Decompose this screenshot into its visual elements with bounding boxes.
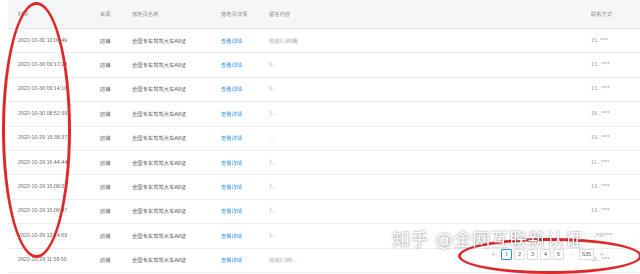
view-detail-link[interactable]: 查看详情: [219, 183, 267, 191]
view-detail-link[interactable]: 查看详情: [219, 232, 267, 240]
time-cell: 2022-10-30 09:14:18: [18, 86, 68, 93]
page-name-cell: 全国专车驾驾大车A8证: [132, 160, 187, 167]
view-detail-link[interactable]: 查看详情: [219, 85, 267, 93]
page-name-cell: 全国专车驾驾大车A8证: [132, 38, 187, 45]
contact-cell: 19...****: [591, 135, 610, 142]
contact-cell: ...706****: [591, 232, 613, 239]
table-row: 2022-10-30 08:52:39 店铺 全国专车驾驾大车A8证 查看详情 1...…: [8, 102, 640, 127]
contact-cell: 11...****: [591, 159, 610, 166]
message-cell: 1...: [269, 86, 277, 93]
time-cell: 2022-10-29 19:38:37: [18, 135, 68, 142]
source-cell: 店铺: [100, 258, 111, 265]
time-cell: 2022-10-29 15:08:33: [18, 184, 68, 191]
source-cell: 店铺: [100, 38, 111, 45]
table-row: 2022-10-29 15:08:07 店铺 全国专车驾驾大车A8证 查看详情 1...…: [8, 200, 640, 225]
message-cell: 1...: [269, 159, 277, 166]
view-detail-link[interactable]: 查看详情: [219, 207, 267, 215]
page-name-cell: 全国专车驾驾大车A8证: [132, 258, 187, 265]
table-row: 2022-10-29 15:08:33 店铺 全国专车驾驾大车A8证 查看详情 1...…: [8, 175, 640, 200]
leads-page: 时间 来源 落地页名称 落地页详情 留言内容 联系方式 2022-10-30 1…: [0, 0, 640, 274]
contact-cell: 15..****: [591, 37, 609, 44]
message-cell: ...: [269, 135, 274, 142]
time-cell: 2022-10-29 12:14:59: [18, 232, 68, 239]
page-name-cell: 全国专车驾驾大车A8证: [132, 63, 187, 70]
contact-cell: 13...****: [591, 62, 610, 69]
contact-cell: 18...****: [591, 110, 610, 117]
header-message: 留言内容: [269, 12, 291, 18]
source-cell: 店铺: [100, 136, 111, 143]
message-cell: 完成5.3时确: [269, 38, 298, 45]
header-contact: 联系方式: [591, 12, 613, 18]
header-source: 来源: [100, 12, 111, 18]
page-name-cell: 全国专车驾驾大车A8证: [132, 111, 187, 118]
time-cell: 2022-10-29 16:44:44: [18, 159, 68, 166]
view-detail-link[interactable]: 查看详情: [219, 256, 267, 264]
source-cell: 店铺: [100, 111, 111, 118]
page-name-cell: 全国专车驾驾大车A8证: [132, 87, 187, 94]
source-cell: 店铺: [100, 209, 111, 216]
page-name-cell: 全国专车驾驾大车A8证: [132, 209, 187, 216]
time-cell: 2022-10-30 09:17:29: [18, 62, 68, 69]
time-cell: 2022-10-29 15:08:07: [18, 208, 68, 215]
table-header-row: 时间 来源 落地页名称 落地页详情 留言内容 联系方式: [8, 0, 640, 29]
table-row: 2022-10-29 16:44:44 店铺 全国专车驾驾大车A8证 查看详情 1...…: [8, 151, 640, 176]
view-detail-link[interactable]: 查看详情: [219, 159, 267, 167]
time-cell: 2022-10-30 08:52:39: [18, 110, 68, 117]
watermark: 知乎 @全网互联新认证: [392, 230, 584, 251]
view-detail-link[interactable]: 查看详情: [219, 37, 267, 45]
view-detail-link[interactable]: 查看详情: [219, 110, 267, 118]
view-detail-link[interactable]: 查看详情: [219, 61, 267, 69]
time-cell: 2022-10-29 11:58:55: [18, 257, 67, 264]
header-page-detail: 落地页详情: [221, 12, 248, 18]
source-cell: 店铺: [100, 185, 111, 192]
view-detail-link[interactable]: 查看详情: [219, 134, 267, 142]
message-cell: 1...: [269, 184, 277, 191]
header-page-name: 落地页名称: [132, 12, 159, 18]
table-row: 2022-10-29 19:38:37 店铺 全国专车驾驾大车A8证 查看详情... 1…: [8, 127, 640, 151]
contact-cell: 13...****: [591, 86, 610, 93]
table-row: 2022-10-30 09:17:29 店铺 全国专车驾驾大车A8证 查看详情 1...…: [8, 53, 640, 78]
source-cell: 店铺: [100, 87, 111, 94]
page-name-cell: 全国专车驾驾大车A8证: [132, 185, 187, 192]
source-cell: 店铺: [100, 160, 111, 167]
table-row: 2022-10-30 09:14:18 店铺 全国专车驾驾大车A8证 查看详情 1...…: [8, 78, 640, 103]
message-cell: 1...: [269, 110, 277, 117]
message-cell: 1...: [269, 208, 277, 215]
next-page-button[interactable]: >: [596, 249, 607, 260]
page-name-cell: 全国专车驾驾大车A8证: [132, 233, 187, 240]
contact-cell: 13...****: [591, 184, 610, 191]
contact-cell: 13...****: [591, 208, 610, 215]
source-cell: 店铺: [100, 63, 111, 70]
message-cell: 1...: [269, 62, 277, 69]
table-row: 2022-10-30 10:09:46 店铺 全国专车驾驾大车A8证 查看详情 完成5.…: [8, 29, 640, 54]
source-cell: 店铺: [100, 233, 111, 240]
header-time: 时间: [18, 12, 29, 18]
time-cell: 2022-10-30 10:09:46: [18, 37, 68, 44]
page-name-cell: 全国专车驾驾大车A8证: [132, 136, 187, 143]
